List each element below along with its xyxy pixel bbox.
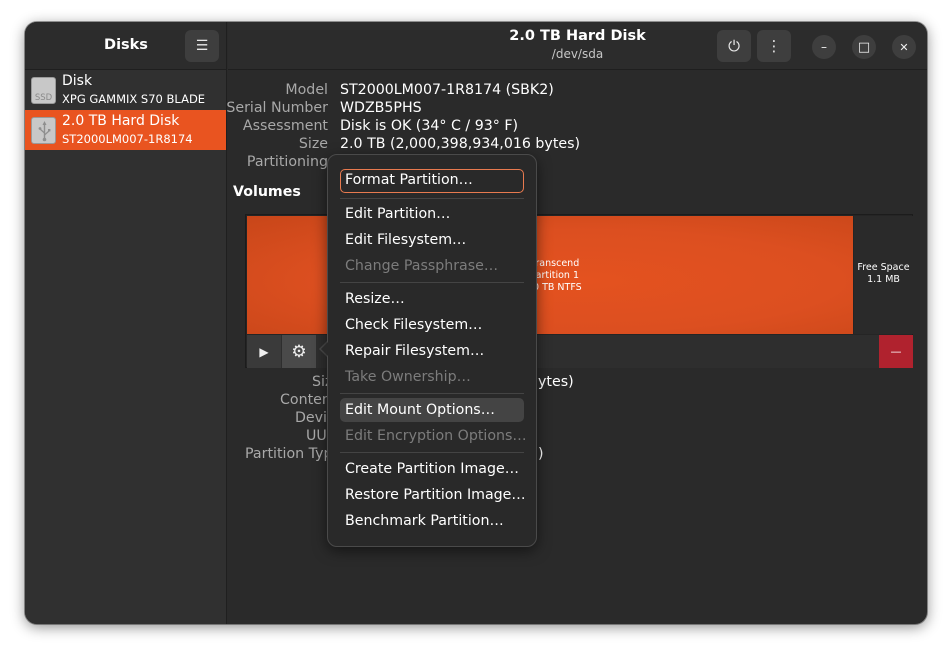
close-button[interactable]: ✕ bbox=[892, 35, 916, 59]
menu-separator bbox=[340, 282, 524, 283]
serial-label: Serial Number bbox=[226, 100, 328, 116]
detail-partition-type-value: ) bbox=[538, 446, 544, 462]
size-value: 2.0 TB (2,000,398,934,016 bytes) bbox=[340, 136, 581, 152]
power-off-button[interactable]: ⏻ bbox=[717, 30, 751, 62]
disk-name: 2.0 TB Hard Disk bbox=[62, 113, 180, 129]
minimize-button[interactable]: – bbox=[812, 35, 836, 59]
sidebar-item-ssd[interactable]: SSD Disk XPG GAMMIX S70 BLADE bbox=[25, 70, 226, 110]
header-bar: 2.0 TB Hard Disk /dev/sda ⏻ ⋮ – □ ✕ bbox=[228, 22, 927, 70]
menu-separator bbox=[340, 198, 524, 199]
disk-model: ST2000LM007-1R8174 bbox=[62, 132, 193, 146]
free-space-label: Free Space bbox=[857, 262, 910, 273]
menu-item-edit-partition[interactable]: Edit Partition… bbox=[340, 202, 524, 226]
disk-model: XPG GAMMIX S70 BLADE bbox=[62, 92, 206, 106]
usb-symbol-icon bbox=[38, 121, 51, 142]
hamburger-icon: ☰ bbox=[195, 38, 209, 54]
menu-item-format-partition[interactable]: Format Partition… bbox=[340, 169, 524, 193]
partition-context-menu: Format Partition… Edit Partition… Edit F… bbox=[327, 154, 537, 547]
close-icon: ✕ bbox=[899, 40, 909, 54]
model-label: Model bbox=[285, 82, 328, 98]
menu-separator bbox=[340, 393, 524, 394]
partitioning-label: Partitioning bbox=[246, 154, 328, 170]
sidebar-item-hard-disk[interactable]: 2.0 TB Hard Disk ST2000LM007-1R8174 bbox=[25, 110, 226, 150]
serial-value: WDZB5PHS bbox=[340, 100, 422, 116]
menu-item-change-passphrase[interactable]: Change Passphrase… bbox=[340, 254, 524, 278]
menu-item-repair-filesystem[interactable]: Repair Filesystem… bbox=[340, 339, 524, 363]
partition-label: ranscend artition 1 0 TB NTFS bbox=[533, 258, 582, 294]
menu-pointer-fill bbox=[321, 341, 329, 357]
drive-options-button[interactable]: ⋮ bbox=[757, 30, 791, 62]
detail-size-value: ytes) bbox=[538, 374, 574, 390]
menu-item-take-ownership[interactable]: Take Ownership… bbox=[340, 365, 524, 389]
maximize-icon: □ bbox=[857, 39, 871, 55]
free-space-block[interactable]: Free Space 1.1 MB bbox=[854, 216, 913, 334]
menu-item-edit-filesystem[interactable]: Edit Filesystem… bbox=[340, 228, 524, 252]
partition-size-type: 0 TB NTFS bbox=[533, 282, 582, 293]
ssd-icon-label: SSD bbox=[34, 93, 53, 103]
partition-number: artition 1 bbox=[535, 270, 579, 281]
model-value: ST2000LM007-1R8174 (SBK2) bbox=[340, 82, 554, 98]
free-space-size: 1.1 MB bbox=[867, 274, 900, 285]
partition-name: ranscend bbox=[535, 258, 580, 269]
menu-item-edit-encryption-options[interactable]: Edit Encryption Options… bbox=[340, 424, 527, 448]
sidebar: Disks ☰ SSD Disk XPG GAMMIX S70 BLADE 2.… bbox=[25, 22, 227, 624]
menu-item-resize[interactable]: Resize… bbox=[340, 287, 524, 311]
menu-item-restore-partition-image[interactable]: Restore Partition Image… bbox=[340, 483, 526, 507]
gear-icon: ⚙ bbox=[291, 341, 307, 362]
delete-partition-button[interactable]: — bbox=[879, 335, 913, 368]
detail-contents-label: Conten bbox=[280, 392, 331, 408]
detail-device-label: Devi bbox=[295, 410, 327, 426]
disk-name: Disk bbox=[62, 73, 93, 89]
minimize-icon: – bbox=[821, 40, 827, 54]
menu-item-edit-mount-options[interactable]: Edit Mount Options… bbox=[340, 398, 524, 422]
mount-button[interactable]: ▶ bbox=[247, 335, 281, 368]
menu-item-check-filesystem[interactable]: Check Filesystem… bbox=[340, 313, 524, 337]
detail-uuid-label: UU bbox=[306, 428, 327, 444]
menu-item-create-partition-image[interactable]: Create Partition Image… bbox=[340, 457, 524, 481]
volumes-heading: Volumes bbox=[233, 184, 301, 200]
partition-options-button[interactable]: ⚙ bbox=[282, 335, 316, 368]
kebab-menu-icon: ⋮ bbox=[766, 37, 782, 55]
size-label: Size bbox=[298, 136, 328, 152]
ssd-drive-icon: SSD bbox=[31, 77, 56, 104]
minus-icon: — bbox=[890, 345, 902, 358]
sidebar-header: Disks ☰ bbox=[25, 22, 226, 70]
menu-item-benchmark-partition[interactable]: Benchmark Partition… bbox=[340, 509, 524, 533]
assessment-label: Assessment bbox=[242, 118, 328, 134]
menu-separator bbox=[340, 452, 524, 453]
maximize-button[interactable]: □ bbox=[852, 35, 876, 59]
main-menu-button[interactable]: ☰ bbox=[185, 30, 219, 62]
power-icon: ⏻ bbox=[728, 37, 740, 55]
usb-drive-icon bbox=[31, 117, 56, 144]
play-icon: ▶ bbox=[259, 344, 269, 359]
detail-partition-type-label: Partition Typ bbox=[245, 446, 333, 462]
assessment-value: Disk is OK (34° C / 93° F) bbox=[340, 118, 519, 134]
disks-window: Disks ☰ SSD Disk XPG GAMMIX S70 BLADE 2.… bbox=[25, 22, 927, 624]
